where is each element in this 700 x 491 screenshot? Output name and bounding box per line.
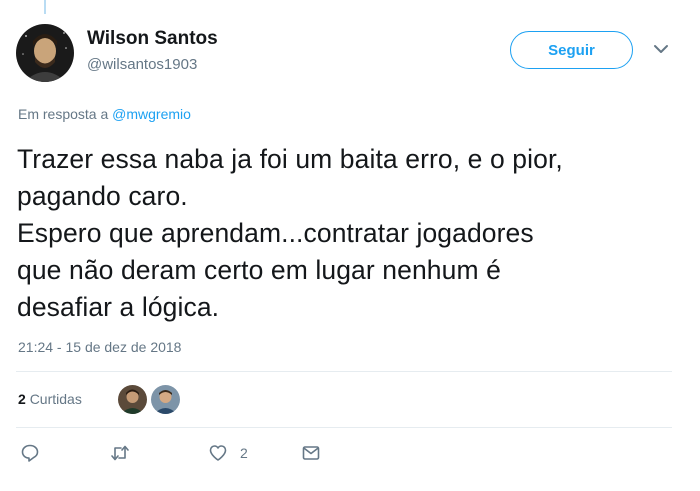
reply-to-link[interactable]: @mwgremio [112,106,191,122]
like-button[interactable]: 2 [208,443,248,463]
retweet-button[interactable] [110,443,142,463]
dm-icon [302,446,320,460]
author-avatar[interactable] [16,24,74,82]
author-handle[interactable]: @wilsantos1903 [87,56,197,73]
tweet-timestamp[interactable]: 21:24 - 15 de dez de 2018 [18,339,181,355]
direct-message-button[interactable] [301,443,321,463]
retweet-icon [111,445,129,461]
liker-avatar[interactable] [118,385,147,414]
tweet-text-line: Espero que aprendam...contratar jogadore… [17,218,534,248]
divider [16,371,672,372]
liker-avatar[interactable] [151,385,180,414]
divider [16,427,672,428]
avatar-image [16,24,74,82]
tweet-text-line: que não deram certo em lugar nenhum é [17,255,501,285]
tweet-text-line: pagando caro. [17,181,188,211]
likes-label: Curtidas [29,391,82,407]
chevron-down-icon[interactable] [652,40,670,58]
likers-avatars [118,385,180,414]
like-count: 2 [240,445,248,461]
follow-button[interactable]: Seguir [510,31,633,69]
tweet-text: Trazer essa naba ja foi um baita erro, e… [17,141,687,326]
author-name[interactable]: Wilson Santos [87,28,218,50]
tweet-text-line: desafiar a lógica. [17,292,220,322]
tweet-text-line: Trazer essa naba ja foi um baita erro, e… [17,144,563,174]
thread-connector-line [44,0,46,14]
likes-count: 2 [18,391,26,407]
reply-prefix: Em resposta a [18,106,113,122]
reply-context: Em resposta a @mwgremio [18,106,191,122]
likes-summary[interactable]: 2 Curtidas [18,391,82,407]
reply-button[interactable] [20,443,52,463]
heart-icon [209,445,227,461]
reply-icon [21,444,39,462]
